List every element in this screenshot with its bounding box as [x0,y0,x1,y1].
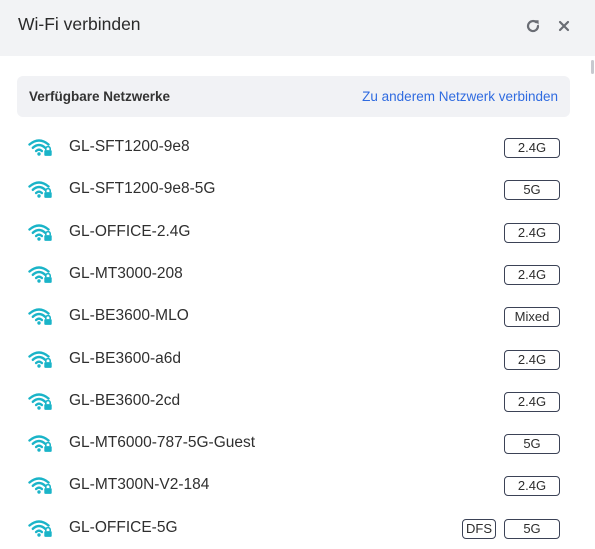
available-networks-heading: Verfügbare Netzwerke [29,89,171,104]
wifi-lock-icon [28,137,54,157]
network-row[interactable]: GL-MT6000-787-5G-Guest 5G [17,422,570,464]
band-badge: 5G [504,518,560,539]
network-list-header: Verfügbare Netzwerke Zu anderem Netzwerk… [17,76,570,117]
band-badge: 2.4G [504,391,560,412]
network-row[interactable]: GL-MT3000-208 2.4G [17,253,570,295]
join-other-network-link[interactable]: Zu anderem Netzwerk verbinden [362,89,558,104]
band-badge: 5G [504,180,560,201]
network-ssid: GL-BE3600-MLO [69,307,189,325]
network-ssid: GL-MT3000-208 [69,264,183,282]
network-row[interactable]: GL-BE3600-a6d 2.4G [17,338,570,380]
network-row[interactable]: GL-OFFICE-5G 5G DFS [17,507,570,549]
wifi-lock-icon [28,518,54,538]
wifi-lock-icon [28,179,54,199]
wifi-lock-icon [28,222,54,242]
band-badge: 2.4G [504,264,560,285]
network-ssid: GL-SFT1200-9e8-5G [69,180,216,198]
band-badge: 2.4G [504,138,560,158]
network-row[interactable]: GL-OFFICE-2.4G 2.4G [17,211,570,253]
band-badge: Mixed [504,307,560,328]
wifi-lock-icon [28,433,54,453]
scrollbar-thumb[interactable] [591,60,594,74]
dialog-header: Wi-Fi verbinden [0,0,595,56]
network-ssid: GL-BE3600-a6d [69,349,182,367]
network-ssid: GL-OFFICE-5G [69,518,178,536]
close-button[interactable] [553,15,575,37]
wifi-lock-icon [28,391,54,411]
network-row[interactable]: GL-SFT1200-9e8 2.4G [17,126,570,168]
network-row[interactable]: GL-BE3600-2cd 2.4G [17,380,570,422]
refresh-button[interactable] [522,15,544,37]
scrollbar[interactable] [591,56,595,549]
close-icon [558,20,570,32]
network-ssid: GL-MT300N-V2-184 [69,476,210,494]
network-row[interactable]: GL-MT300N-V2-184 2.4G [17,464,570,506]
network-ssid: GL-BE3600-2cd [69,391,181,409]
band-badge: 2.4G [504,349,560,370]
network-row[interactable]: GL-SFT1200-9e8-5G 5G [17,168,570,210]
wifi-lock-icon [28,264,54,284]
band-badge: 5G [504,434,560,455]
wifi-lock-icon [28,306,54,326]
band-badge: 2.4G [504,222,560,243]
network-ssid: GL-OFFICE-2.4G [69,222,191,240]
network-row[interactable]: GL-BE3600-MLO Mixed [17,295,570,337]
refresh-icon [526,19,540,33]
dialog-title: Wi-Fi verbinden [18,14,141,34]
wifi-lock-icon [28,475,54,495]
network-ssid: GL-MT6000-787-5G-Guest [69,434,256,452]
wifi-lock-icon [28,349,54,369]
network-ssid: GL-SFT1200-9e8 [69,138,190,155]
dfs-badge: DFS [462,518,496,539]
band-badge: 2.4G [504,476,560,497]
